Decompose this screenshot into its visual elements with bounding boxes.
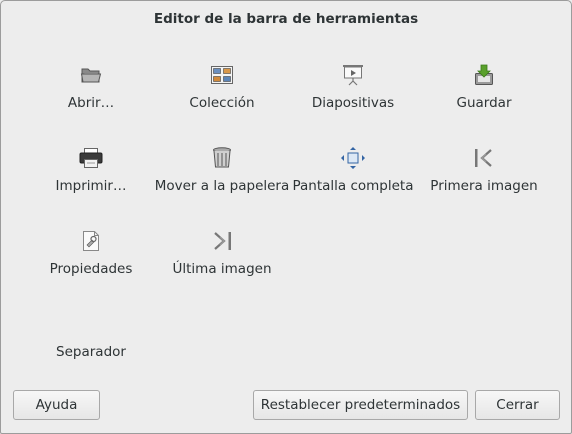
toolbar-editor-dialog: Editor de la barra de herramientas Abrir… (0, 0, 572, 434)
dialog-title: Editor de la barra de herramientas (153, 11, 419, 27)
properties-icon (79, 229, 103, 253)
close-button[interactable]: Cerrar (475, 390, 560, 420)
tool-collection[interactable]: Colección (157, 59, 287, 142)
last-image-icon (210, 229, 234, 253)
tool-empty (288, 225, 418, 308)
first-image-icon (472, 146, 496, 170)
collection-icon (210, 63, 234, 87)
tool-last-image[interactable]: Última imagen (157, 225, 287, 308)
tool-label: Pantalla completa (292, 178, 414, 194)
tool-label: Diapositivas (311, 95, 395, 111)
tool-label: Imprimir… (55, 178, 127, 194)
fullscreen-icon (341, 146, 365, 170)
tool-label: Abrir… (67, 95, 115, 111)
tool-slideshow[interactable]: Diapositivas (288, 59, 418, 142)
tool-label: Primera imagen (430, 178, 538, 194)
print-icon (79, 146, 103, 170)
tool-empty (419, 225, 549, 308)
tool-first-image[interactable]: Primera imagen (419, 142, 549, 225)
reset-defaults-button[interactable]: Restablecer predeterminados (253, 390, 468, 420)
save-icon (472, 63, 496, 87)
tool-label: Guardar (456, 95, 512, 111)
tool-save[interactable]: Guardar (419, 59, 549, 142)
tool-print[interactable]: Imprimir… (26, 142, 156, 225)
trash-icon (210, 146, 234, 170)
tool-separator[interactable]: Separador (26, 308, 156, 391)
tool-label: Propiedades (49, 261, 133, 277)
help-button[interactable]: Ayuda (13, 390, 100, 420)
tool-label: Mover a la papelera (154, 178, 290, 194)
tool-label: Separador (56, 344, 126, 360)
tool-label: Colección (189, 95, 255, 111)
tool-label: Última imagen (172, 261, 272, 277)
tool-fullscreen[interactable]: Pantalla completa (288, 142, 418, 225)
tool-trash[interactable]: Mover a la papelera (154, 142, 290, 225)
tool-open[interactable]: Abrir… (26, 59, 156, 142)
slideshow-icon (341, 63, 365, 87)
toolbar-items-grid: Abrir… Colección Diapositivas Guardar Im… (26, 59, 554, 391)
tool-properties[interactable]: Propiedades (26, 225, 156, 308)
folder-open-icon (79, 63, 103, 87)
